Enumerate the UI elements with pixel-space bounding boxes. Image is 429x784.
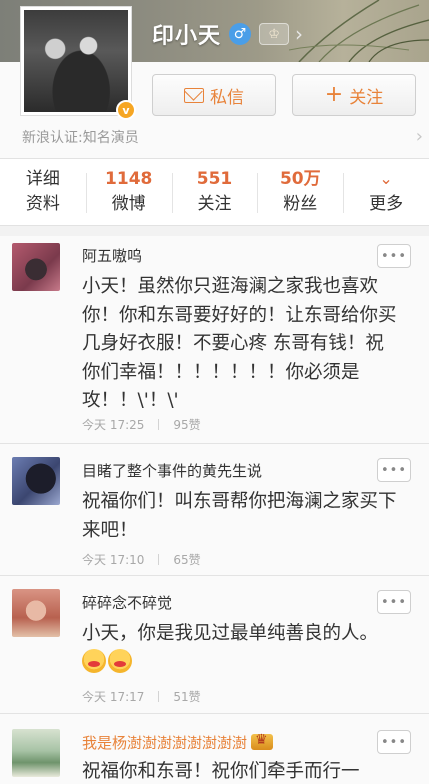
private-message-label: 私信	[210, 87, 244, 108]
mail-icon	[184, 87, 204, 103]
comment-meta: 今天 17:10 65赞	[82, 551, 201, 568]
comment-list: 阿五嗷呜 ••• 小天！虽然你只逛海澜之家我也喜欢你！你和东哥要好好的！让东哥给…	[0, 236, 429, 784]
commenter-name[interactable]: 目睹了整个事件的黄先生说	[82, 460, 262, 481]
verified-v-icon: v	[116, 100, 136, 120]
grass-decoration	[289, 0, 429, 62]
comment-meta: 今天 17:17 51赞	[82, 688, 201, 705]
stat-details-line2: 资料	[25, 194, 60, 214]
crown-vip-icon	[251, 732, 274, 750]
kiss-emoji-icon	[108, 648, 132, 673]
stat-details[interactable]: 详细 资料	[0, 159, 86, 225]
profile-name-row: 印小天 ♂ ♔ ›	[152, 18, 303, 50]
private-message-button[interactable]: 私信	[152, 74, 276, 116]
comment-item: 阿五嗷呜 ••• 小天！虽然你只逛海澜之家我也喜欢你！你和东哥要好好的！让东哥给…	[0, 236, 429, 444]
chevron-right-icon: ›	[295, 22, 304, 46]
comment-text: 小天，你是我见过最单纯善良的人。	[82, 620, 398, 678]
comment-item: 我是杨澍澍澍澍澍澍澍澍 ••• 祝福你和东哥！祝你们牵手而行一	[0, 714, 429, 784]
chevron-right-icon: ›	[415, 126, 423, 147]
follow-button[interactable]: + 关注	[292, 74, 416, 116]
kiss-emoji-icon	[82, 648, 106, 673]
comment-text: 祝福你和东哥！祝你们牵手而行一	[82, 761, 360, 782]
stat-fans[interactable]: 50万 粉丝	[257, 159, 343, 225]
comment-time: 今天 17:10	[82, 553, 145, 567]
following-count: 551	[196, 169, 233, 189]
commenter-name[interactable]: 阿五嗷呜	[82, 245, 142, 266]
stat-more[interactable]: ⌄ 更多	[343, 159, 429, 225]
comment-time: 今天 17:25	[82, 418, 145, 432]
meta-divider	[158, 691, 160, 702]
comment-more-button[interactable]: •••	[377, 730, 411, 754]
crown-badge-icon[interactable]: ♔	[259, 23, 290, 45]
verification-text[interactable]: 新浪认证:知名演员	[22, 127, 139, 147]
comment-meta: 今天 17:25 95赞	[82, 416, 201, 433]
profile-name: 印小天	[152, 24, 222, 49]
weibo-label: 微博	[111, 194, 146, 214]
commenter-avatar[interactable]	[12, 457, 60, 505]
commenter-name[interactable]: 碎碎念不碎觉	[82, 592, 172, 613]
commenter-name-text: 我是杨澍澍澍澍澍澍澍澍	[82, 734, 248, 752]
comment-more-button[interactable]: •••	[377, 458, 411, 482]
comment-item: 碎碎念不碎觉 ••• 小天，你是我见过最单纯善良的人。 今天 17:17 51赞	[0, 576, 429, 714]
profile-avatar[interactable]	[20, 6, 132, 116]
stat-details-line1: 详细	[25, 169, 60, 189]
chevron-down-icon: ⌄	[379, 169, 393, 188]
profile-stats-bar: 详细 资料 1148 微博 551 关注 50万 粉丝 ⌄ 更多	[0, 158, 429, 226]
meta-divider	[158, 419, 160, 430]
fans-label: 粉丝	[283, 194, 318, 214]
avatar-photo	[24, 10, 128, 112]
following-label: 关注	[197, 194, 232, 214]
comment-item: 目睹了整个事件的黄先生说 ••• 祝福你们！叫东哥帮你把海澜之家买下来吧！ 今天…	[0, 444, 429, 576]
more-label: 更多	[369, 194, 404, 214]
comment-time: 今天 17:17	[82, 690, 145, 704]
commenter-name[interactable]: 我是杨澍澍澍澍澍澍澍澍	[82, 732, 274, 753]
comment-likes[interactable]: 95赞	[173, 416, 200, 433]
stat-following[interactable]: 551 关注	[171, 159, 258, 225]
stat-weibo[interactable]: 1148 微博	[85, 159, 172, 225]
commenter-avatar[interactable]	[12, 729, 60, 777]
comment-text: 祝福你们！叫东哥帮你把海澜之家买下来吧！	[82, 491, 397, 541]
fans-count: 50万	[279, 169, 321, 189]
comment-likes[interactable]: 51赞	[173, 688, 200, 705]
comment-text: 小天！虽然你只逛海澜之家我也喜欢你！你和东哥要好好的！让东哥给你买几身好衣服！不…	[82, 276, 397, 411]
follow-label: 关注	[349, 87, 384, 108]
plus-icon: +	[324, 82, 344, 107]
comment-more-button[interactable]: •••	[377, 244, 411, 268]
weibo-count: 1148	[105, 169, 153, 189]
commenter-avatar[interactable]	[12, 243, 60, 291]
meta-divider	[158, 554, 160, 565]
commenter-avatar[interactable]	[12, 589, 60, 637]
male-gender-icon: ♂	[229, 23, 252, 45]
comment-more-button[interactable]: •••	[377, 590, 411, 614]
comment-text-content: 小天，你是我见过最单纯善良的人。	[82, 623, 379, 644]
comment-likes[interactable]: 65赞	[173, 551, 200, 568]
